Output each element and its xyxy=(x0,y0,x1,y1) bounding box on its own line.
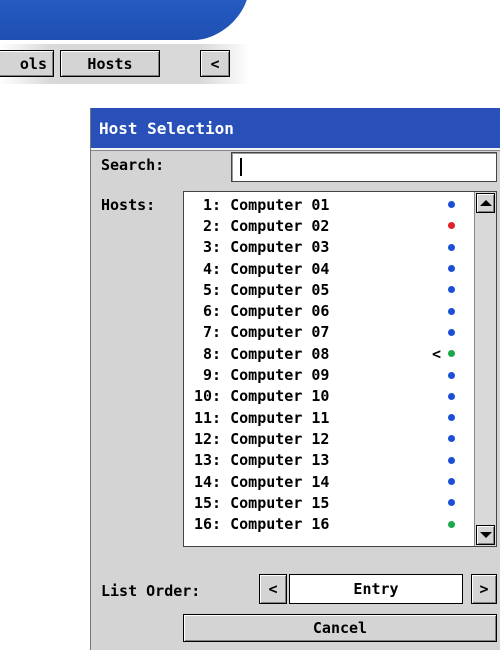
host-list-item[interactable]: 7: Computer 07 xyxy=(184,322,472,343)
host-name: 5: Computer 05 xyxy=(194,280,330,299)
hosts-label: Hosts: xyxy=(101,196,156,214)
status-dot-icon xyxy=(448,435,455,443)
status-dot-icon xyxy=(448,328,455,336)
host-list-item[interactable]: 15: Computer 15 xyxy=(184,492,472,513)
status-dot-icon xyxy=(448,520,455,528)
title-divider xyxy=(91,148,500,151)
host-name: 4: Computer 04 xyxy=(194,259,330,278)
status-dot-icon xyxy=(448,371,455,379)
host-list-item[interactable]: 14: Computer 14 xyxy=(184,471,472,492)
list-order-value: Entry xyxy=(289,574,463,604)
tab-strip: ols Hosts < xyxy=(0,44,250,84)
host-name: 3: Computer 03 xyxy=(194,238,330,257)
host-name: 14: Computer 14 xyxy=(194,472,330,491)
host-name: 13: Computer 13 xyxy=(194,451,330,470)
header-band xyxy=(0,0,250,40)
host-list-item[interactable]: 11: Computer 11 xyxy=(184,407,472,428)
host-name: 6: Computer 06 xyxy=(194,302,330,321)
host-list-item[interactable]: 1: Computer 01 xyxy=(184,194,472,215)
host-list-item[interactable]: 5: Computer 05 xyxy=(184,279,472,300)
status-dot-icon xyxy=(448,499,455,507)
status-dot-icon xyxy=(448,414,455,422)
text-caret xyxy=(240,158,242,176)
list-order-value-text: Entry xyxy=(353,580,399,598)
host-list-item[interactable]: 9: Computer 09 xyxy=(184,364,472,385)
host-rows: 1: Computer 01 2: Computer 02 3: Compute… xyxy=(184,194,472,535)
host-name: 10: Computer 10 xyxy=(194,387,330,406)
arrow-up-icon xyxy=(479,200,492,206)
dialog-title: Host Selection xyxy=(91,108,500,148)
tab-strip-area: ols Hosts < xyxy=(0,0,250,90)
tab-scroll-left-button[interactable]: < xyxy=(200,50,230,77)
host-list-item[interactable]: 8: Computer 08 < xyxy=(184,343,472,364)
status-dot-icon xyxy=(448,456,455,464)
status-dot-icon xyxy=(448,478,455,485)
tab-hosts-label: Hosts xyxy=(87,54,133,73)
search-label: Search: xyxy=(101,156,165,174)
host-list-item[interactable]: 6: Computer 06 xyxy=(184,300,472,321)
selected-marker-icon: < xyxy=(432,344,442,363)
host-name: 16: Computer 16 xyxy=(194,515,330,534)
host-list-scrollbar[interactable] xyxy=(474,192,496,546)
host-name: 15: Computer 15 xyxy=(194,493,330,512)
chevron-left-icon: < xyxy=(268,580,278,598)
host-name: 12: Computer 12 xyxy=(194,429,330,448)
host-list-item[interactable]: 4: Computer 04 xyxy=(184,258,472,279)
host-list-item[interactable]: 16: Computer 16 xyxy=(184,513,472,534)
tab-tools-label: ols xyxy=(19,54,47,73)
host-list[interactable]: 1: Computer 01 2: Computer 02 3: Compute… xyxy=(183,191,497,547)
chevron-right-icon: > xyxy=(479,580,489,598)
list-order-prev-button[interactable]: < xyxy=(259,574,287,604)
host-name: 7: Computer 07 xyxy=(194,323,330,342)
scroll-down-button[interactable] xyxy=(476,525,495,545)
host-name: 9: Computer 09 xyxy=(194,366,330,385)
tab-hosts[interactable]: Hosts xyxy=(60,50,160,77)
chevron-left-icon: < xyxy=(210,54,220,73)
arrow-down-icon xyxy=(479,532,492,538)
host-list-item[interactable]: 12: Computer 12 xyxy=(184,428,472,449)
status-dot-icon xyxy=(448,307,455,315)
host-name: 1: Computer 01 xyxy=(194,195,330,214)
host-name: 11: Computer 11 xyxy=(194,408,330,427)
list-order-next-button[interactable]: > xyxy=(471,574,497,604)
host-list-item[interactable]: 3: Computer 03 xyxy=(184,237,472,258)
host-list-item[interactable]: 2: Computer 02 xyxy=(184,215,472,236)
status-dot-icon xyxy=(448,350,455,358)
cancel-button-label: Cancel xyxy=(312,619,368,637)
host-list-item[interactable]: 10: Computer 10 xyxy=(184,386,472,407)
host-selection-dialog: Host Selection Search: Hosts: 1: Compute… xyxy=(90,108,500,650)
status-dot-icon xyxy=(448,286,455,294)
host-name: 8: Computer 08 xyxy=(194,344,330,363)
status-dot-icon xyxy=(448,243,455,251)
search-input[interactable] xyxy=(231,152,497,182)
status-dot-icon xyxy=(448,201,455,209)
cancel-button[interactable]: Cancel xyxy=(183,614,497,642)
status-dot-icon xyxy=(448,265,455,273)
host-name: 2: Computer 02 xyxy=(194,216,330,235)
list-order-label: List Order: xyxy=(101,582,201,600)
status-dot-icon xyxy=(448,392,455,400)
host-list-item[interactable]: 13: Computer 13 xyxy=(184,450,472,471)
status-dot-icon xyxy=(448,222,455,230)
tab-tools[interactable]: ols xyxy=(0,50,54,77)
scroll-up-button[interactable] xyxy=(476,193,495,213)
